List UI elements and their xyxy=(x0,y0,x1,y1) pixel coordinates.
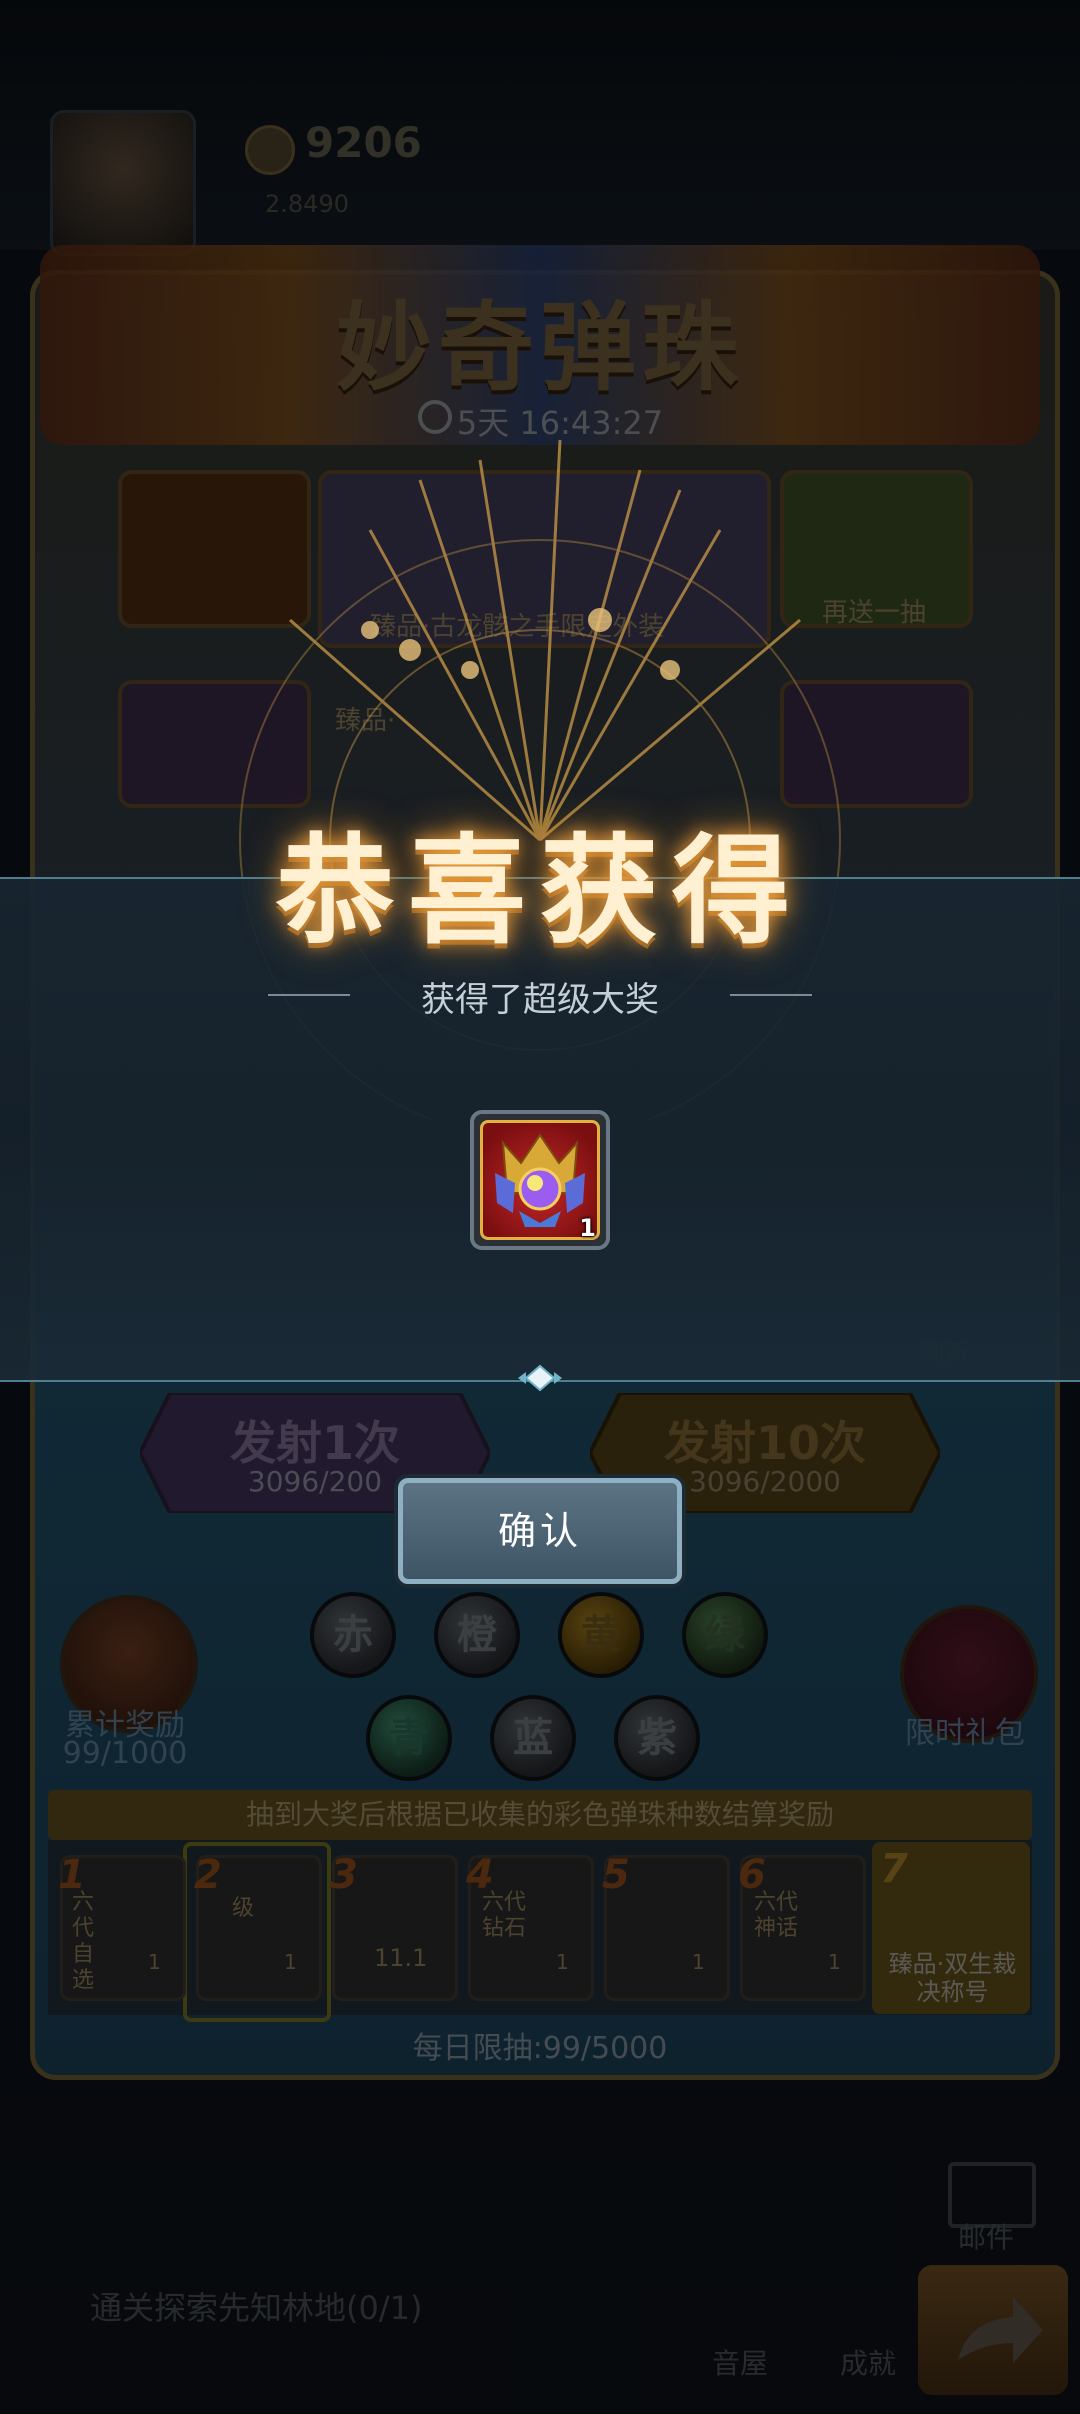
confirm-button[interactable]: 确认 xyxy=(398,1478,682,1584)
diamond-ornament-icon xyxy=(518,1364,562,1392)
popup-title: 恭喜获得 xyxy=(275,822,804,960)
reward-item[interactable]: 1 xyxy=(470,1110,610,1250)
popup-subtitle: 获得了超级大奖 xyxy=(421,980,659,1020)
item-count: 1 xyxy=(579,1214,596,1242)
